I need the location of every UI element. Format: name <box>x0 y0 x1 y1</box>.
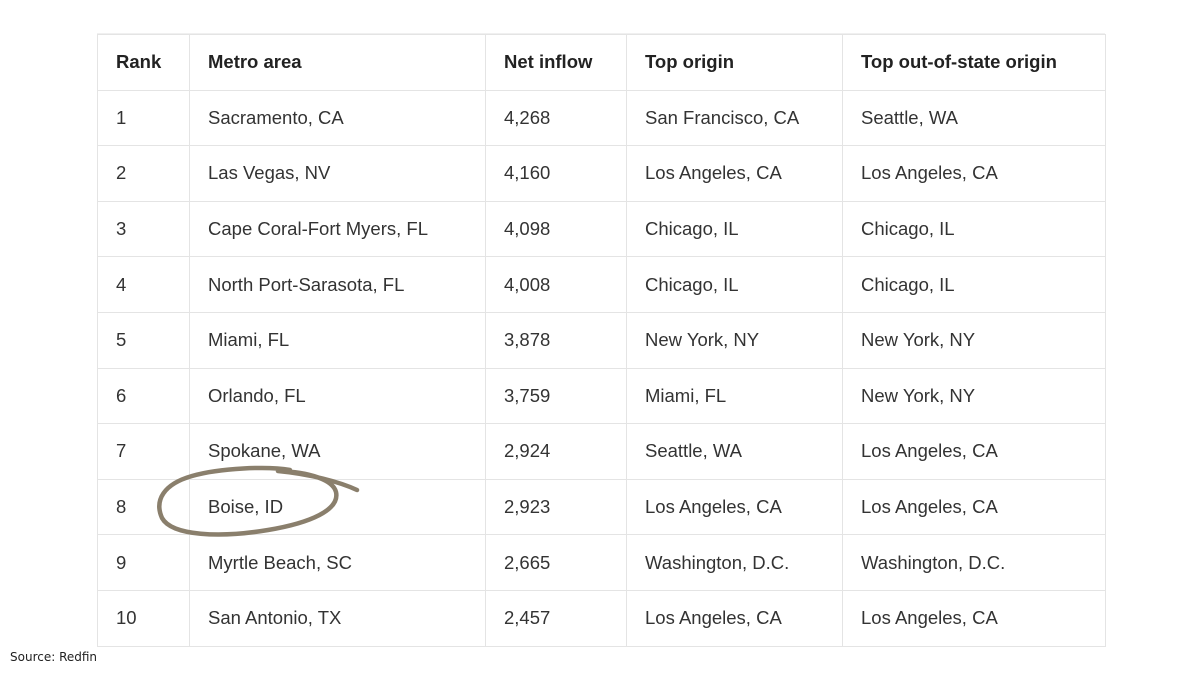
cell-top-origin: Miami, FL <box>626 367 843 425</box>
table-row: 5 Miami, FL 3,878 New York, NY New York, NY <box>97 311 1106 369</box>
cell-rank: 8 <box>97 478 190 536</box>
cell-metro-area: Sacramento, CA <box>189 89 486 147</box>
table-row: 6 Orlando, FL 3,759 Miami, FL New York, NY <box>97 367 1106 425</box>
cell-net-inflow: 3,759 <box>485 367 627 425</box>
table-row: 10 San Antonio, TX 2,457 Los Angeles, CA Los… <box>97 589 1106 647</box>
cell-net-inflow: 2,665 <box>485 534 627 591</box>
cell-net-inflow: 2,924 <box>485 423 627 480</box>
table-row: 1 Sacramento, CA 4,268 San Francisco, CA Sea… <box>97 89 1106 147</box>
cell-top-out-of-state-origin: Chicago, IL <box>842 200 1106 258</box>
cell-metro-area: North Port-Sarasota, FL <box>189 256 486 313</box>
table-row: 3 Cape Coral-Fort Myers, FL 4,098 Chicago, … <box>97 200 1106 258</box>
cell-metro-area: Orlando, FL <box>189 367 486 425</box>
table-row: 4 North Port-Sarasota, FL 4,008 Chicago, IL… <box>97 256 1106 313</box>
cell-rank: 1 <box>97 89 190 147</box>
table-row: 8 Boise, ID 2,923 Los Angeles, CA Los Angele… <box>97 478 1106 536</box>
cell-top-out-of-state-origin: Chicago, IL <box>842 256 1106 313</box>
cell-metro-area: Las Vegas, NV <box>189 145 486 202</box>
cell-net-inflow: 3,878 <box>485 311 627 369</box>
cell-top-out-of-state-origin: New York, NY <box>842 367 1106 425</box>
cell-top-origin: San Francisco, CA <box>626 89 843 147</box>
cell-metro-area: Miami, FL <box>189 311 486 369</box>
migration-table: Rank Metro area Net inflow Top origin To… <box>97 34 1106 647</box>
cell-metro-area: San Antonio, TX <box>189 589 486 647</box>
cell-top-out-of-state-origin: Los Angeles, CA <box>842 589 1106 647</box>
table-row: 7 Spokane, WA 2,924 Seattle, WA Los Angeles,… <box>97 423 1106 480</box>
header-row: Rank Metro area Net inflow Top origin To… <box>97 34 1106 91</box>
cell-metro-area: Cape Coral-Fort Myers, FL <box>189 200 486 258</box>
cell-net-inflow: 4,268 <box>485 89 627 147</box>
cell-top-origin: Washington, D.C. <box>626 534 843 591</box>
cell-net-inflow: 4,098 <box>485 200 627 258</box>
table-row: 9 Myrtle Beach, SC 2,665 Washington, D.C. Wa… <box>97 534 1106 591</box>
migration-table-container: Rank Metro area Net inflow Top origin To… <box>97 33 1106 647</box>
cell-top-origin: Seattle, WA <box>626 423 843 480</box>
table-body: 1 Sacramento, CA 4,268 San Francisco, CA Sea… <box>97 89 1106 647</box>
cell-rank: 6 <box>97 367 190 425</box>
cell-top-out-of-state-origin: Los Angeles, CA <box>842 478 1106 536</box>
cell-top-origin: Los Angeles, CA <box>626 589 843 647</box>
cell-metro-area: Myrtle Beach, SC <box>189 534 486 591</box>
cell-top-origin: Chicago, IL <box>626 200 843 258</box>
header-net-inflow: Net inflow <box>485 34 627 91</box>
cell-rank: 9 <box>97 534 190 591</box>
header-top-out-of-state-origin: Top out-of-state origin <box>842 34 1106 91</box>
cell-rank: 4 <box>97 256 190 313</box>
cell-top-origin: Los Angeles, CA <box>626 145 843 202</box>
cell-top-origin: New York, NY <box>626 311 843 369</box>
cell-top-origin: Los Angeles, CA <box>626 478 843 536</box>
cell-rank: 7 <box>97 423 190 480</box>
cell-net-inflow: 4,008 <box>485 256 627 313</box>
cell-rank: 2 <box>97 145 190 202</box>
cell-net-inflow: 2,457 <box>485 589 627 647</box>
cell-net-inflow: 4,160 <box>485 145 627 202</box>
cell-rank: 3 <box>97 200 190 258</box>
cell-rank: 5 <box>97 311 190 369</box>
source-note: Source: Redfin <box>10 650 98 664</box>
table-row: 2 Las Vegas, NV 4,160 Los Angeles, CA Los An… <box>97 145 1106 202</box>
header-metro-area: Metro area <box>189 34 486 91</box>
cell-top-out-of-state-origin: Los Angeles, CA <box>842 145 1106 202</box>
header-top-origin: Top origin <box>626 34 843 91</box>
cell-metro-area: Spokane, WA <box>189 423 486 480</box>
cell-top-out-of-state-origin: Los Angeles, CA <box>842 423 1106 480</box>
cell-top-origin: Chicago, IL <box>626 256 843 313</box>
cell-net-inflow: 2,923 <box>485 478 627 536</box>
cell-top-out-of-state-origin: Seattle, WA <box>842 89 1106 147</box>
cell-top-out-of-state-origin: Washington, D.C. <box>842 534 1106 591</box>
cell-top-out-of-state-origin: New York, NY <box>842 311 1106 369</box>
table-header: Rank Metro area Net inflow Top origin To… <box>97 34 1106 91</box>
header-rank: Rank <box>97 34 190 91</box>
cell-rank: 10 <box>97 589 190 647</box>
cell-metro-area: Boise, ID <box>189 478 486 536</box>
